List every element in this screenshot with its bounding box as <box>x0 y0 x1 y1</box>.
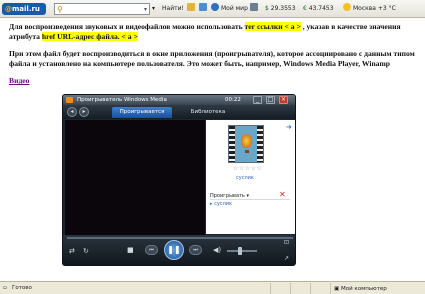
pause-button[interactable]: ❚❚ <box>164 240 184 260</box>
balloon-icon <box>241 134 252 148</box>
highlight-href: href URL-адрес файла. < a > <box>41 31 138 41</box>
album-art[interactable] <box>228 125 264 163</box>
status-bar: ▫ Готово ▣ Мой компьютер <box>0 281 425 294</box>
wmp-app-icon <box>66 97 73 103</box>
list-pane: ➜ ☆☆☆☆☆ суслик Проигрывать ▾ ✕ ▸ суслик <box>206 120 295 234</box>
security-zone[interactable]: ▣ Мой компьютер <box>330 283 425 294</box>
chevron-down-icon[interactable]: ▾ <box>144 4 147 15</box>
player-titlebar[interactable]: Проигрыватель Windows Media 00:22 _ □ × <box>63 95 295 105</box>
shuffle-icon[interactable]: ⇄ <box>69 247 75 255</box>
maximize-button[interactable]: □ <box>266 96 275 104</box>
play-indicator-icon: ▸ <box>210 201 213 207</box>
seek-bar[interactable] <box>67 237 293 239</box>
tab-now-playing[interactable]: Проигрывается <box>112 107 172 118</box>
computer-icon: ▣ <box>334 286 340 292</box>
divider <box>210 199 290 200</box>
weather-widget[interactable]: Москва +3 °C <box>343 2 396 15</box>
page-content: Для воспроизведения звуковых и видеофайл… <box>9 22 417 94</box>
volume-knob[interactable] <box>238 247 242 255</box>
playback-controls: ⇄ ↻ ■ ⏮ ❚❚ ⏭ ◀) ⊡ ↗ <box>63 235 295 265</box>
status-page-icon: ▫ <box>3 285 7 291</box>
cloud-icon <box>343 3 351 11</box>
edit-icon[interactable] <box>187 2 197 15</box>
mail-icon[interactable] <box>199 2 209 15</box>
moderation-icon[interactable] <box>250 2 260 15</box>
media-player-window: Проигрыватель Windows Media 00:22 _ □ × … <box>62 94 296 266</box>
paragraph-player: При этом файл будет воспроизводиться в о… <box>9 49 415 68</box>
minimize-button[interactable]: _ <box>253 96 262 104</box>
highlight-tag-a: тег ссылки < a > <box>244 22 301 31</box>
paragraph-intro: Для воспроизведения звуковых и видеофайл… <box>9 22 401 41</box>
tab-library[interactable]: Библиотека <box>185 107 231 118</box>
video-link[interactable]: Видео <box>9 76 29 85</box>
eur-rate[interactable]: € 43.7453 <box>303 2 334 15</box>
find-button[interactable]: Найти! <box>162 2 184 15</box>
playback-time: 00:22 <box>225 97 241 103</box>
status-text: Готово <box>12 285 32 291</box>
playlist-item[interactable]: ▸ суслик <box>210 201 232 207</box>
arrow-right-icon[interactable]: ➜ <box>286 123 292 131</box>
search-input[interactable]: ⚲ ▾ <box>54 3 150 15</box>
search-options-dropdown[interactable]: ▾ <box>152 2 155 15</box>
stop-icon[interactable]: ■ <box>127 246 134 254</box>
search-icon: ⚲ <box>57 5 63 14</box>
player-navbar: ◂ ▸ Проигрывается Библиотека <box>63 105 295 119</box>
euro-icon: € <box>303 5 307 12</box>
mailru-logo[interactable]: @mail.ru <box>2 3 46 15</box>
back-icon[interactable]: ◂ <box>67 107 77 117</box>
previous-button[interactable]: ⏮ <box>145 245 158 255</box>
volume-slider[interactable] <box>227 250 257 252</box>
my-world-button[interactable]: Мой мир <box>211 2 248 15</box>
player-title: Проигрыватель Windows Media <box>77 97 167 103</box>
volume-icon[interactable]: ◀) <box>213 246 221 254</box>
dollar-icon: $ <box>265 5 269 12</box>
clear-list-icon[interactable]: ✕ <box>279 190 286 199</box>
repeat-icon[interactable]: ↻ <box>83 247 89 255</box>
film-strip-icon <box>229 126 235 162</box>
usd-rate[interactable]: $ 29.3553 <box>265 2 296 15</box>
browser-toolbar: @mail.ru ⚲ ▾ ▾ Найти! Мой мир $ 29.3553 … <box>0 0 425 18</box>
next-button[interactable]: ⏭ <box>189 245 202 255</box>
rating-stars[interactable]: ☆☆☆☆☆ <box>233 165 262 172</box>
forward-icon[interactable]: ▸ <box>79 107 89 117</box>
video-display[interactable] <box>65 120 205 235</box>
close-button[interactable]: × <box>279 96 288 104</box>
switch-mode-icon[interactable]: ↗ <box>284 255 289 262</box>
fullscreen-icon[interactable]: ⊡ <box>284 239 289 246</box>
media-title: суслик <box>236 175 254 181</box>
